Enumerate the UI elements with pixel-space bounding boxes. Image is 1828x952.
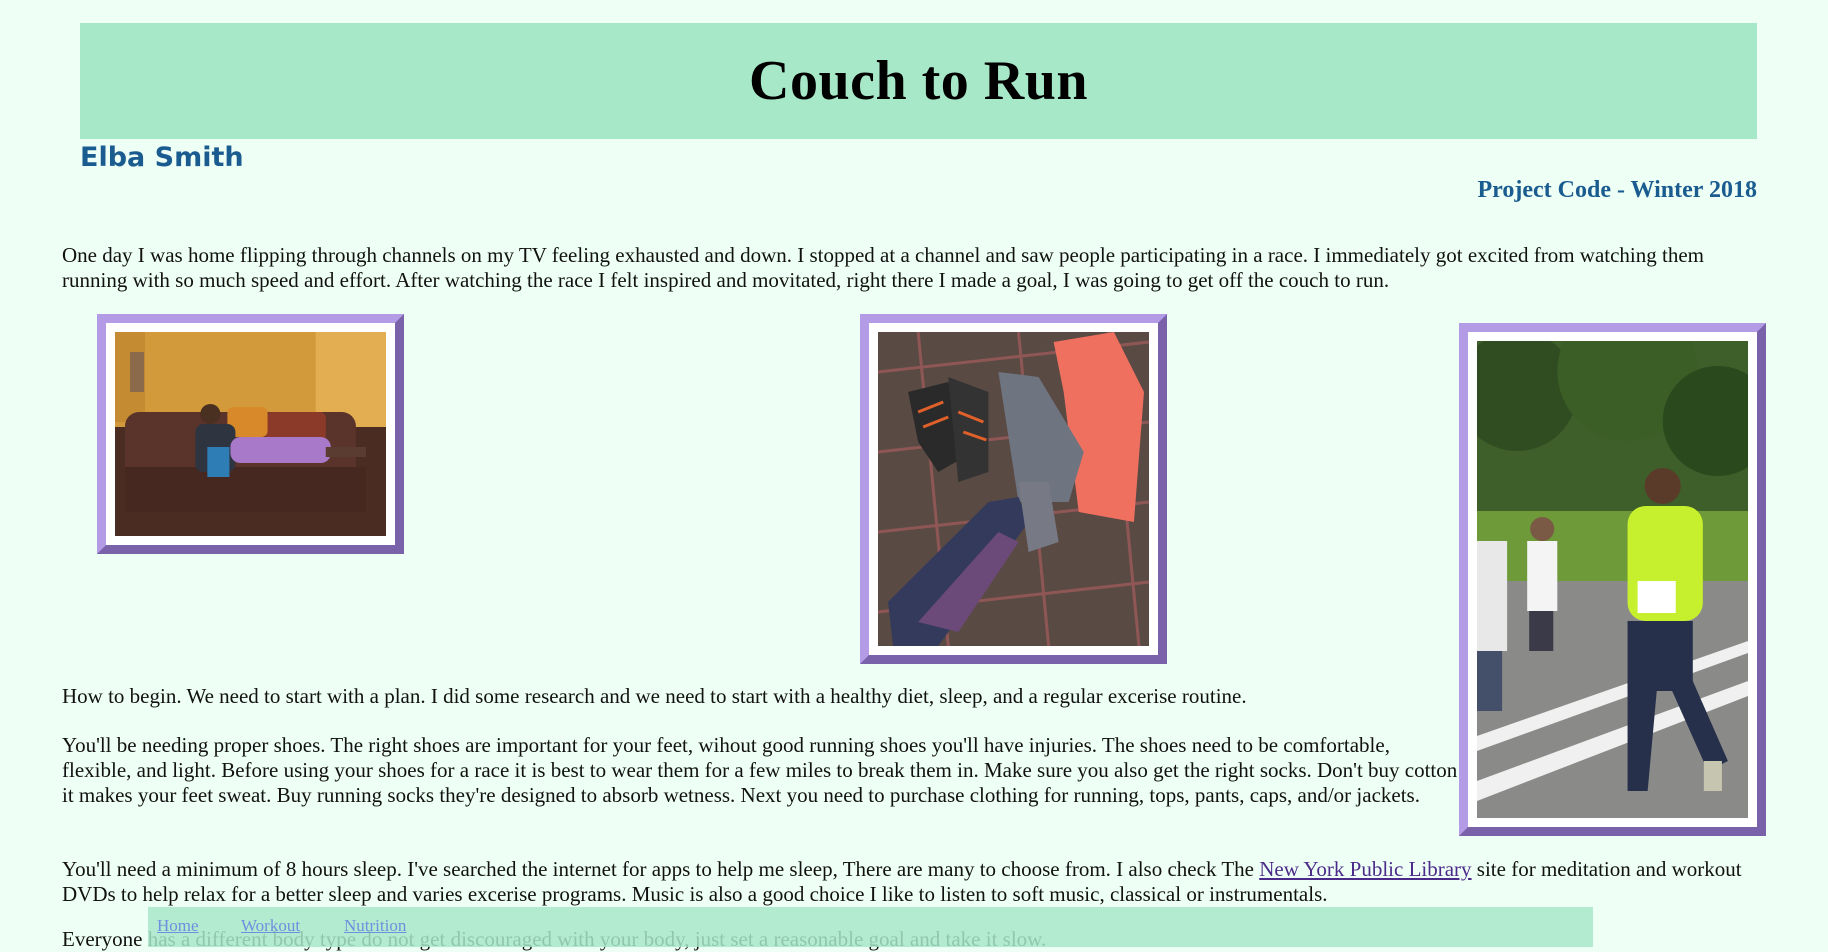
author-name: Elba Smith <box>80 142 244 173</box>
begin-paragraph: How to begin. We need to start with a pl… <box>62 684 1247 708</box>
intro-paragraph: One day I was home flipping through chan… <box>62 243 1704 292</box>
race-photo <box>1477 341 1748 818</box>
site-title: Couch to Run <box>749 50 1088 112</box>
sleep-paragraph: You'll need a minimum of 8 hours sleep. … <box>62 857 1762 907</box>
shoes-paragraph: You'll be needing proper shoes. The righ… <box>62 733 1458 807</box>
nypl-link[interactable]: New York Public Library <box>1259 857 1471 881</box>
couch-photo <box>115 332 386 536</box>
couch-photo-frame <box>97 314 404 554</box>
gear-photo <box>878 332 1149 646</box>
nav-nutrition-link[interactable]: Nutrition <box>344 916 406 936</box>
project-code: Project Code - Winter 2018 <box>1477 177 1757 203</box>
gear-photo-frame <box>860 314 1167 664</box>
nav-workout-link[interactable]: Workout <box>241 916 300 936</box>
sleep-text-before: You'll need a minimum of 8 hours sleep. … <box>62 857 1260 881</box>
race-photo-frame <box>1459 323 1766 836</box>
nav-home-link[interactable]: Home <box>157 916 199 936</box>
header-banner: Couch to Run <box>80 23 1757 139</box>
bottom-nav-bar: Home Workout Nutrition <box>148 907 1593 947</box>
